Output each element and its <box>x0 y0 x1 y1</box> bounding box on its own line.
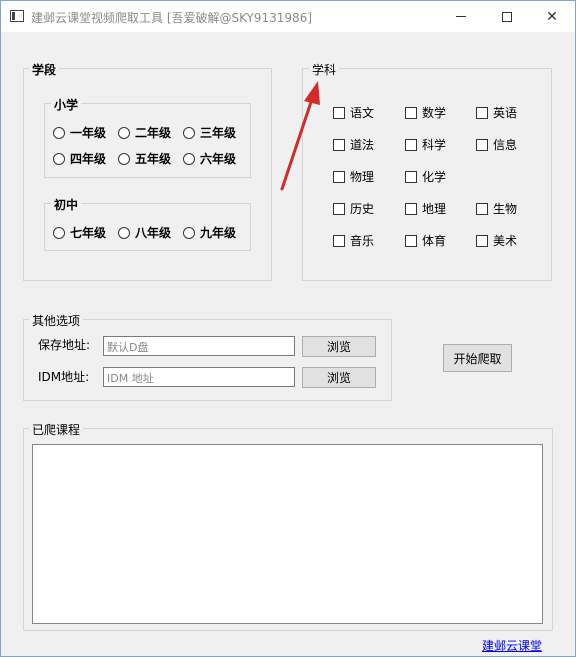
minimize-button[interactable] <box>438 1 484 32</box>
app-window: 建邺云课堂视频爬取工具 [吾爱破解@SKY9131986] ✕ 学段 小学 一年… <box>0 0 576 657</box>
checkbox-square <box>476 234 488 247</box>
save-path-label: 保存地址: <box>38 338 91 352</box>
radio-circle <box>183 126 195 139</box>
idm-path-input[interactable]: IDM 地址 <box>103 367 295 387</box>
checkbox-label: 科学 <box>422 138 447 152</box>
crawled-courses-title: 已爬课程 <box>29 421 84 438</box>
checkbox-label: 生物 <box>493 202 518 216</box>
crawled-courses-list[interactable] <box>32 444 543 624</box>
checkbox-label: 美术 <box>493 234 518 248</box>
primary-group-title: 小学 <box>51 96 82 113</box>
middle-group-title: 初中 <box>51 196 82 213</box>
radio-circle <box>183 226 195 239</box>
checkbox-music[interactable]: 音乐 <box>333 232 374 249</box>
other-options-title: 其他选项 <box>29 312 84 329</box>
checkbox-square <box>333 138 345 151</box>
radio-label: 九年级 <box>200 226 237 240</box>
checkbox-label: 物理 <box>350 170 375 184</box>
checkbox-square <box>333 170 345 183</box>
close-icon: ✕ <box>546 8 558 25</box>
radio-label: 四年级 <box>70 152 107 166</box>
radio-grade-9[interactable]: 九年级 <box>183 224 236 241</box>
radio-grade-7[interactable]: 七年级 <box>53 224 106 241</box>
radio-circle <box>118 126 130 139</box>
radio-label: 五年级 <box>135 152 172 166</box>
checkbox-square <box>476 202 488 215</box>
stage-group-title: 学段 <box>29 61 60 78</box>
checkbox-label: 历史 <box>350 202 375 216</box>
checkbox-physics[interactable]: 物理 <box>333 168 374 185</box>
checkbox-label: 英语 <box>493 106 518 120</box>
checkbox-label: 体育 <box>422 234 447 248</box>
checkbox-it[interactable]: 信息 <box>476 136 517 153</box>
checkbox-label: 语文 <box>350 106 375 120</box>
radio-grade-1[interactable]: 一年级 <box>53 124 106 141</box>
radio-circle <box>118 226 130 239</box>
checkbox-label: 道法 <box>350 138 375 152</box>
checkbox-square <box>405 234 417 247</box>
radio-grade-4[interactable]: 四年级 <box>53 150 106 167</box>
checkbox-square <box>405 170 417 183</box>
radio-grade-6[interactable]: 六年级 <box>183 150 236 167</box>
checkbox-history[interactable]: 历史 <box>333 200 374 217</box>
minimize-icon <box>456 16 466 17</box>
checkbox-math[interactable]: 数学 <box>405 104 446 121</box>
checkbox-morality[interactable]: 道法 <box>333 136 374 153</box>
checkbox-square <box>405 106 417 119</box>
checkbox-geography[interactable]: 地理 <box>405 200 446 217</box>
radio-label: 二年级 <box>135 126 172 140</box>
title-bar[interactable]: 建邺云课堂视频爬取工具 [吾爱破解@SKY9131986] ✕ <box>1 1 575 32</box>
browse-save-button[interactable]: 浏览 <box>302 336 376 357</box>
checkbox-chemistry[interactable]: 化学 <box>405 168 446 185</box>
footer-link[interactable]: 建邺云课堂 <box>482 637 542 654</box>
app-window-icon <box>10 10 24 22</box>
idm-path-label: IDM地址: <box>38 370 90 384</box>
radio-label: 三年级 <box>200 126 237 140</box>
radio-grade-5[interactable]: 五年级 <box>118 150 171 167</box>
checkbox-science[interactable]: 科学 <box>405 136 446 153</box>
checkbox-pe[interactable]: 体育 <box>405 232 446 249</box>
window-title: 建邺云课堂视频爬取工具 [吾爱破解@SKY9131986] <box>31 11 313 25</box>
radio-circle <box>53 126 65 139</box>
maximize-button[interactable] <box>484 1 530 32</box>
other-options-group <box>23 319 392 401</box>
radio-label: 七年级 <box>70 226 107 240</box>
checkbox-biology[interactable]: 生物 <box>476 200 517 217</box>
checkbox-square <box>405 138 417 151</box>
maximize-icon <box>502 11 512 22</box>
browse-idm-button[interactable]: 浏览 <box>302 367 376 388</box>
save-path-input[interactable]: 默认D盘 <box>103 336 295 356</box>
checkbox-square <box>476 106 488 119</box>
checkbox-square <box>333 106 345 119</box>
checkbox-english[interactable]: 英语 <box>476 104 517 121</box>
checkbox-square <box>333 202 345 215</box>
radio-circle <box>53 152 65 165</box>
start-crawl-button[interactable]: 开始爬取 <box>443 344 512 372</box>
radio-circle <box>53 226 65 239</box>
checkbox-label: 地理 <box>422 202 447 216</box>
checkbox-square <box>405 202 417 215</box>
checkbox-label: 信息 <box>493 138 518 152</box>
radio-label: 一年级 <box>70 126 107 140</box>
annotation-arrow-icon <box>280 81 320 191</box>
checkbox-chinese[interactable]: 语文 <box>333 104 374 121</box>
subject-group-title: 学科 <box>309 61 340 78</box>
close-button[interactable]: ✕ <box>529 1 575 32</box>
radio-label: 八年级 <box>135 226 172 240</box>
checkbox-label: 数学 <box>422 106 447 120</box>
radio-label: 六年级 <box>200 152 237 166</box>
checkbox-label: 音乐 <box>350 234 375 248</box>
radio-grade-3[interactable]: 三年级 <box>183 124 236 141</box>
radio-grade-8[interactable]: 八年级 <box>118 224 171 241</box>
checkbox-label: 化学 <box>422 170 447 184</box>
radio-circle <box>183 152 195 165</box>
checkbox-square <box>333 234 345 247</box>
checkbox-square <box>476 138 488 151</box>
radio-grade-2[interactable]: 二年级 <box>118 124 171 141</box>
radio-circle <box>118 152 130 165</box>
checkbox-art[interactable]: 美术 <box>476 232 517 249</box>
